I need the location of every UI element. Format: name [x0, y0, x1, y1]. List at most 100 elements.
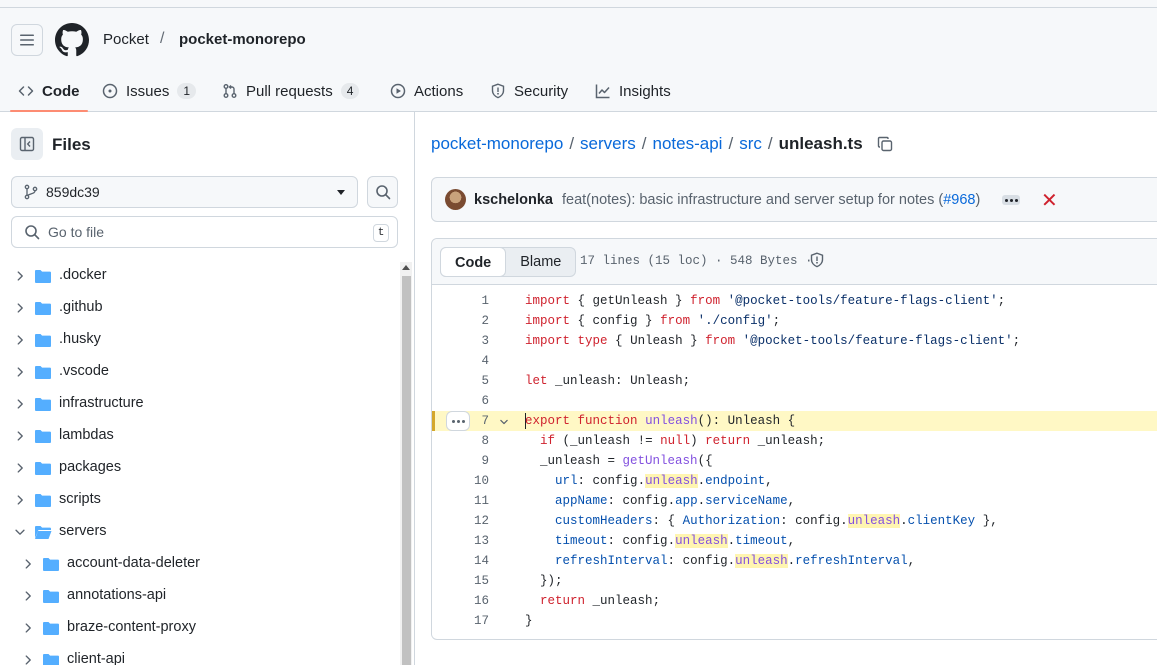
- code-line[interactable]: 2 import { config } from './config';: [432, 311, 1157, 331]
- fold-chevron-down-icon[interactable]: [499, 417, 509, 427]
- repo-owner-link[interactable]: Pocket: [103, 31, 149, 48]
- folder-icon: [35, 398, 51, 411]
- github-logo-icon[interactable]: [55, 23, 89, 57]
- commit-author-link[interactable]: kschelonka: [474, 192, 553, 208]
- chevron-right-icon[interactable]: [13, 397, 27, 411]
- tree-item[interactable]: annotations-api: [0, 580, 398, 612]
- go-to-file-input[interactable]: [48, 224, 348, 240]
- code-line[interactable]: 3 import type { Unleash } from '@pocket-t…: [432, 331, 1157, 351]
- chevron-right-icon[interactable]: [13, 365, 27, 379]
- tab-security[interactable]: Security: [490, 70, 568, 112]
- sidebar-scrollbar-thumb[interactable]: [402, 276, 411, 665]
- code-text: customHeaders: { Authorization: config.u…: [555, 514, 998, 528]
- code-line[interactable]: 8 if (_unleash != null) return _unleash;: [432, 431, 1157, 451]
- tab-pull-requests[interactable]: Pull requests 4: [222, 70, 360, 112]
- code-line[interactable]: 6: [432, 391, 1157, 411]
- breadcrumb-servers-link[interactable]: servers: [580, 134, 636, 154]
- line-number[interactable]: 11: [462, 491, 489, 511]
- tree-item[interactable]: servers: [0, 516, 398, 548]
- line-number[interactable]: 4: [462, 351, 489, 371]
- code-line[interactable]: 12 customHeaders: { Authorization: confi…: [432, 511, 1157, 531]
- commit-message[interactable]: feat(notes): basic infrastructure and se…: [562, 192, 980, 208]
- commit-pr-link[interactable]: #968: [943, 192, 975, 208]
- shield-icon: [491, 83, 505, 99]
- tree-item[interactable]: infrastructure: [0, 388, 398, 420]
- tab-actions[interactable]: Actions: [390, 70, 463, 112]
- branch-selector[interactable]: 859dc39: [11, 176, 358, 208]
- folder-icon: [43, 590, 59, 603]
- commit-status-failure-icon[interactable]: ✕: [1041, 188, 1058, 213]
- code-line[interactable]: 13 timeout: config.unleash.timeout,: [432, 531, 1157, 551]
- tree-item[interactable]: packages: [0, 452, 398, 484]
- collapse-file-tree-button[interactable]: [11, 128, 43, 160]
- tab-code[interactable]: Code: [10, 70, 87, 112]
- breadcrumb-notes-api-link[interactable]: notes-api: [653, 134, 723, 154]
- chevron-right-icon[interactable]: [13, 333, 27, 347]
- line-number[interactable]: 16: [462, 591, 489, 611]
- tree-item[interactable]: client-api: [0, 644, 398, 665]
- code-line[interactable]: 1 import { getUnleash } from '@pocket-too…: [432, 291, 1157, 311]
- code-line[interactable]: 9 _unleash = getUnleash({: [432, 451, 1157, 471]
- tree-item[interactable]: .husky: [0, 324, 398, 356]
- chevron-right-icon[interactable]: [21, 621, 35, 635]
- code-line[interactable]: 5 let _unleash: Unleash;: [432, 371, 1157, 391]
- copy-path-icon[interactable]: [877, 136, 893, 152]
- chevron-right-icon[interactable]: [13, 269, 27, 283]
- file-viewer: Code Blame 17 lines (15 loc) · 548 Bytes…: [431, 238, 1157, 640]
- tree-item[interactable]: .docker: [0, 260, 398, 292]
- graph-icon: [595, 84, 610, 99]
- chevron-right-icon[interactable]: [13, 301, 27, 315]
- expand-commit-message-button[interactable]: [1002, 195, 1020, 205]
- tree-item[interactable]: .github: [0, 292, 398, 324]
- tree-item-label: packages: [59, 459, 122, 475]
- line-number[interactable]: 7: [462, 411, 489, 431]
- code-line[interactable]: 10 url: config.unleash.endpoint,: [432, 471, 1157, 491]
- repo-name-link[interactable]: pocket-monorepo: [179, 31, 306, 48]
- global-menu-button[interactable]: [11, 24, 43, 56]
- line-number[interactable]: 10: [462, 471, 489, 491]
- code-line[interactable]: 17}: [432, 611, 1157, 631]
- go-to-file-field[interactable]: t: [11, 216, 398, 248]
- chevron-right-icon[interactable]: [13, 493, 27, 507]
- code-view-button[interactable]: Code: [440, 247, 507, 277]
- code-line[interactable]: 11 appName: config.app.serviceName,: [432, 491, 1157, 511]
- chevron-right-icon[interactable]: [21, 653, 35, 665]
- tree-item[interactable]: scripts: [0, 484, 398, 516]
- chevron-right-icon[interactable]: [13, 429, 27, 443]
- tree-item[interactable]: lambdas: [0, 420, 398, 452]
- line-number[interactable]: 12: [462, 511, 489, 531]
- blame-view-button[interactable]: Blame: [506, 248, 575, 276]
- chevron-right-icon[interactable]: [21, 589, 35, 603]
- line-number[interactable]: 13: [462, 531, 489, 551]
- scroll-up-arrow-icon[interactable]: [402, 265, 410, 270]
- code-line[interactable]: 7 export function unleash(): Unleash {: [432, 411, 1157, 431]
- line-number[interactable]: 8: [462, 431, 489, 451]
- tab-issues[interactable]: Issues 1: [102, 70, 197, 112]
- line-number[interactable]: 3: [462, 331, 489, 351]
- line-number[interactable]: 15: [462, 571, 489, 591]
- line-number[interactable]: 1: [462, 291, 489, 311]
- chevron-right-icon[interactable]: [13, 461, 27, 475]
- code-line[interactable]: 15 });: [432, 571, 1157, 591]
- line-number[interactable]: 9: [462, 451, 489, 471]
- code-line[interactable]: 4: [432, 351, 1157, 371]
- tree-item[interactable]: braze-content-proxy: [0, 612, 398, 644]
- breadcrumb-src-link[interactable]: src: [739, 134, 762, 154]
- chevron-right-icon[interactable]: [21, 557, 35, 571]
- line-number[interactable]: 6: [462, 391, 489, 411]
- chevron-down-icon[interactable]: [13, 525, 27, 539]
- line-number[interactable]: 5: [462, 371, 489, 391]
- tab-insights[interactable]: Insights: [595, 70, 671, 112]
- line-number[interactable]: 2: [462, 311, 489, 331]
- shield-icon[interactable]: [809, 252, 825, 268]
- code-line[interactable]: 16 return _unleash;: [432, 591, 1157, 611]
- code-text: import { getUnleash } from '@pocket-tool…: [525, 294, 1006, 308]
- tree-item[interactable]: account-data-deleter: [0, 548, 398, 580]
- code-line[interactable]: 14 refreshInterval: config.unleash.refre…: [432, 551, 1157, 571]
- line-number[interactable]: 17: [462, 611, 489, 631]
- search-files-button[interactable]: [367, 176, 398, 208]
- avatar[interactable]: [445, 189, 466, 210]
- line-number[interactable]: 14: [462, 551, 489, 571]
- tree-item[interactable]: .vscode: [0, 356, 398, 388]
- breadcrumb-repo-link[interactable]: pocket-monorepo: [431, 134, 563, 154]
